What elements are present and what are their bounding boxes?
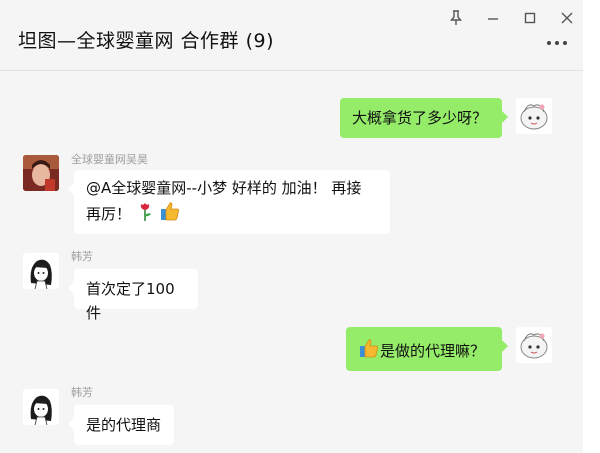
more-icon[interactable]	[547, 36, 571, 50]
avatar-self[interactable]	[516, 327, 552, 363]
sender-name: 韩芳	[71, 250, 93, 263]
avatar-self[interactable]	[516, 98, 552, 134]
message-text: 是的代理商	[86, 416, 162, 434]
message-text: 首次定了100件	[86, 280, 175, 322]
message-text-line: 再厉！	[86, 205, 132, 223]
avatar-hanfang[interactable]	[23, 389, 59, 425]
message-text: 是做的代理嘛？	[380, 342, 486, 360]
thumbs-up-emoji	[159, 200, 181, 229]
message-text-line: @A全球婴童网--小梦 好样的 加油！ 再接	[86, 179, 362, 197]
message-bubble-outgoing[interactable]: 大概拿货了多少呀？	[340, 98, 508, 138]
thumbs-up-emoji	[358, 337, 380, 366]
rose-emoji	[136, 200, 154, 229]
message-bubble-incoming[interactable]: @A全球婴童网--小梦 好样的 加油！ 再接 再厉！	[68, 170, 390, 234]
close-icon[interactable]	[554, 8, 580, 28]
chat-window: 坦图—全球婴童网 合作群 (9) 大概拿货了多少呀？ 全球婴童网吴昊 @A全球婴…	[0, 0, 583, 453]
title-bar: 坦图—全球婴童网 合作群 (9)	[0, 0, 583, 71]
maximize-icon[interactable]	[517, 8, 543, 28]
sender-name: 全球婴童网吴昊	[71, 153, 148, 166]
message-bubble-outgoing[interactable]: 是做的代理嘛？	[346, 327, 508, 371]
window-edge	[583, 0, 600, 453]
avatar-hanfang[interactable]	[23, 253, 59, 289]
sender-name: 韩芳	[71, 386, 93, 399]
pin-icon[interactable]	[443, 8, 469, 28]
message-list: 大概拿货了多少呀？ 全球婴童网吴昊 @A全球婴童网--小梦 好样的 加油！ 再接…	[0, 71, 583, 453]
chat-title: 坦图—全球婴童网 合作群 (9)	[18, 30, 274, 52]
message-text: 大概拿货了多少呀？	[352, 109, 488, 127]
avatar-wuhao[interactable]	[23, 155, 59, 191]
minimize-icon[interactable]	[480, 8, 506, 28]
message-bubble-incoming[interactable]: 是的代理商	[68, 405, 174, 445]
message-bubble-incoming[interactable]: 首次定了100件	[68, 269, 198, 322]
